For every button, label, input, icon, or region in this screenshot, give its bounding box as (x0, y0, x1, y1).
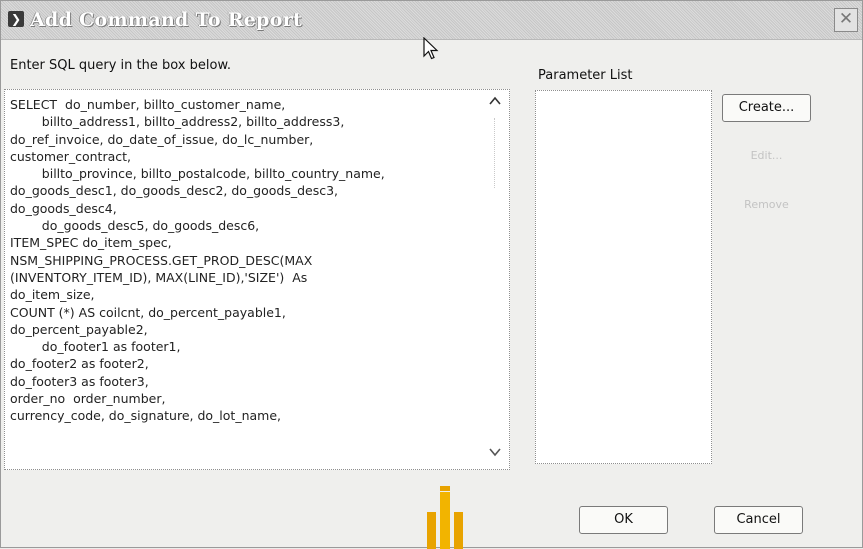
parameter-listbox[interactable] (535, 90, 712, 464)
edit-button: Edit... (750, 149, 783, 162)
ok-button[interactable]: OK (579, 506, 668, 534)
parameter-list-label: Parameter List (538, 68, 633, 83)
create-button[interactable]: Create... (722, 94, 811, 122)
dialog-title: Add Command To Report (30, 9, 303, 31)
mouse-pointer-icon (423, 37, 439, 60)
scroll-down-icon[interactable] (489, 447, 501, 460)
sql-query-textarea[interactable]: SELECT do_number, billto_customer_name, … (4, 89, 510, 470)
close-button[interactable]: ✕ (834, 8, 858, 32)
close-icon: ✕ (838, 9, 854, 29)
sql-instruction-label: Enter SQL query in the box below. (10, 58, 232, 73)
dialog-icon: ❯ (8, 11, 24, 27)
sql-query-text[interactable]: SELECT do_number, billto_customer_name, … (10, 96, 480, 425)
scroll-up-icon[interactable] (489, 96, 501, 109)
cancel-button[interactable]: Cancel (714, 506, 803, 534)
remove-button: Remove (744, 198, 789, 211)
watermark-logo (427, 486, 463, 549)
title-bar[interactable]: ❯ Add Command To Report ✕ (1, 1, 862, 40)
add-command-dialog: ❯ Add Command To Report ✕ Enter SQL quer… (0, 0, 863, 549)
scroll-thumb[interactable] (494, 118, 498, 188)
sql-scrollbar[interactable] (487, 94, 505, 464)
